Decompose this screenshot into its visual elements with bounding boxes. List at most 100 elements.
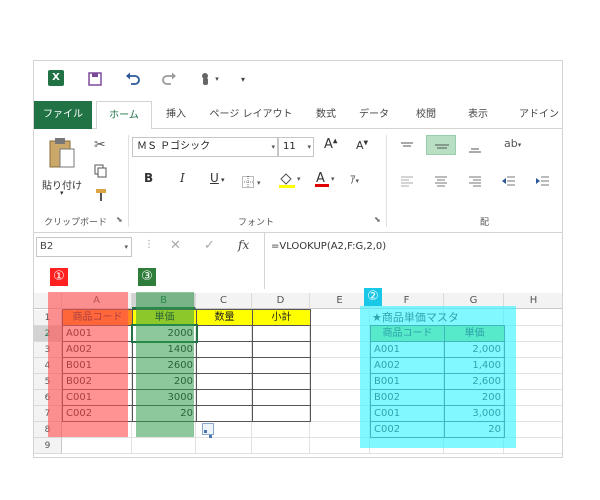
row-header[interactable]: 6 — [34, 390, 62, 406]
master-code-cell[interactable]: C001 — [370, 405, 445, 422]
tab-addins[interactable]: アドイン — [514, 101, 562, 129]
subtotal-cell[interactable] — [252, 341, 311, 358]
master-price-cell[interactable]: 2,600 — [444, 373, 505, 390]
cut-icon[interactable]: ✂ — [94, 137, 106, 153]
worksheet-grid[interactable]: A B C D E F G H 1 2 3 4 5 6 7 8 9 商品コード 単価 数量 小計 A001 2000 A002… — [34, 293, 562, 457]
quantity-cell[interactable] — [196, 389, 253, 406]
column-header[interactable]: C — [196, 293, 252, 309]
align-left-icon[interactable] — [400, 173, 414, 192]
quantity-cell[interactable] — [196, 341, 253, 358]
save-icon[interactable] — [86, 70, 104, 88]
row-header[interactable]: 2 — [34, 326, 62, 342]
column-header[interactable]: A — [62, 293, 132, 309]
tab-file[interactable]: ファイル — [34, 101, 92, 129]
unit-price-cell[interactable]: 3000 — [132, 389, 197, 406]
master-code-cell[interactable]: B001 — [370, 373, 445, 390]
align-middle-icon[interactable] — [426, 135, 456, 155]
quantity-cell[interactable] — [196, 405, 253, 422]
enter-icon[interactable]: ✓ — [204, 238, 215, 253]
phonetic-icon[interactable]: ｱ▾ — [350, 171, 359, 187]
decrease-indent-icon[interactable] — [502, 173, 516, 192]
row-header[interactable]: 5 — [34, 374, 62, 390]
master-header-cell[interactable]: 商品コード — [370, 325, 445, 342]
quantity-cell[interactable] — [196, 373, 253, 390]
customize-toolbar-icon[interactable]: ▾ — [234, 70, 252, 88]
clipboard-launcher-icon[interactable]: ⬊ — [116, 215, 123, 224]
subtotal-cell[interactable] — [252, 373, 311, 390]
tab-formulas[interactable]: 数式 — [306, 101, 346, 129]
borders-icon[interactable]: ▾ — [242, 173, 264, 192]
master-code-cell[interactable]: C002 — [370, 421, 445, 438]
cancel-icon[interactable]: ✕ — [170, 238, 181, 253]
master-price-cell[interactable]: 20 — [444, 421, 505, 438]
align-top-icon[interactable] — [400, 139, 414, 158]
tab-view[interactable]: 表示 — [458, 101, 498, 129]
align-bottom-icon[interactable] — [468, 139, 482, 158]
font-color-icon[interactable]: A ▾ — [314, 169, 340, 193]
formula-input[interactable]: =VLOOKUP(A2,F:G,2,0) — [264, 233, 562, 289]
shrink-font-button[interactable]: A▼ — [356, 139, 368, 152]
tab-insert[interactable]: 挿入 — [156, 101, 196, 129]
paste-icon[interactable] — [48, 137, 76, 171]
copy-icon[interactable] — [94, 163, 108, 182]
italic-button[interactable]: I — [180, 171, 185, 185]
paste-dropdown-icon[interactable]: ▾ — [60, 189, 64, 197]
subtotal-cell[interactable] — [252, 389, 311, 406]
table-header-cell[interactable]: 数量 — [196, 309, 253, 326]
master-price-cell[interactable]: 200 — [444, 389, 505, 406]
column-header[interactable]: B — [132, 293, 196, 309]
name-box[interactable]: B2 ▾ — [36, 237, 132, 257]
underline-button[interactable]: U ▾ — [210, 171, 225, 185]
table-header-cell[interactable]: 小計 — [252, 309, 311, 326]
insert-function-button[interactable]: fx — [238, 238, 249, 252]
increase-indent-icon[interactable] — [536, 173, 550, 192]
subtotal-cell[interactable] — [252, 325, 311, 342]
product-code-cell[interactable]: B002 — [62, 373, 133, 390]
quantity-cell[interactable] — [196, 357, 253, 374]
product-code-cell[interactable]: B001 — [62, 357, 133, 374]
tab-page-layout[interactable]: ページ レイアウト — [204, 101, 298, 129]
product-code-cell[interactable]: C001 — [62, 389, 133, 406]
master-header-cell[interactable]: 単価 — [444, 325, 505, 342]
master-code-cell[interactable]: A002 — [370, 357, 445, 374]
select-all-corner[interactable] — [34, 293, 62, 309]
more-options-icon[interactable]: ⋮ — [144, 239, 154, 250]
unit-price-cell[interactable]: 2600 — [132, 357, 197, 374]
product-code-cell[interactable]: C002 — [62, 405, 133, 422]
row-header[interactable]: 8 — [34, 422, 62, 438]
subtotal-cell[interactable] — [252, 405, 311, 422]
font-name-combo[interactable]: ＭＳ Ｐゴシック ▾ — [132, 137, 278, 157]
row-header[interactable]: 9 — [34, 438, 62, 454]
quantity-cell[interactable] — [196, 325, 253, 342]
font-launcher-icon[interactable]: ⬊ — [374, 215, 381, 224]
master-code-cell[interactable]: B002 — [370, 389, 445, 406]
font-size-combo[interactable]: 11 ▾ — [278, 137, 314, 157]
redo-icon[interactable] — [160, 70, 178, 88]
row-header[interactable]: 3 — [34, 342, 62, 358]
unit-price-cell[interactable]: 20 — [132, 405, 197, 422]
row-header[interactable]: 7 — [34, 406, 62, 422]
column-header[interactable]: G — [444, 293, 504, 309]
column-header[interactable]: H — [504, 293, 562, 309]
touch-mode-icon[interactable]: ▾ — [196, 70, 222, 88]
undo-icon[interactable] — [124, 70, 142, 88]
product-code-cell[interactable]: A001 — [62, 325, 133, 342]
tab-data[interactable]: データ — [354, 101, 394, 129]
unit-price-cell[interactable]: 1400 — [132, 341, 197, 358]
master-code-cell[interactable]: A001 — [370, 341, 445, 358]
master-price-cell[interactable]: 3,000 — [444, 405, 505, 422]
product-code-cell[interactable]: A002 — [62, 341, 133, 358]
align-center-icon[interactable] — [434, 173, 448, 192]
subtotal-cell[interactable] — [252, 357, 311, 374]
tab-review[interactable]: 校閲 — [406, 101, 446, 129]
row-header[interactable]: 1 — [34, 310, 62, 326]
column-header[interactable]: D — [252, 293, 310, 309]
master-price-cell[interactable]: 2,000 — [444, 341, 505, 358]
align-right-icon[interactable] — [468, 173, 482, 192]
master-price-cell[interactable]: 1,400 — [444, 357, 505, 374]
table-header-cell[interactable]: 商品コード — [62, 309, 133, 326]
column-header[interactable]: E — [310, 293, 370, 309]
tab-home[interactable]: ホーム — [96, 101, 152, 130]
fill-color-icon[interactable]: ▾ — [278, 171, 304, 193]
quick-analysis-icon[interactable] — [202, 423, 214, 438]
